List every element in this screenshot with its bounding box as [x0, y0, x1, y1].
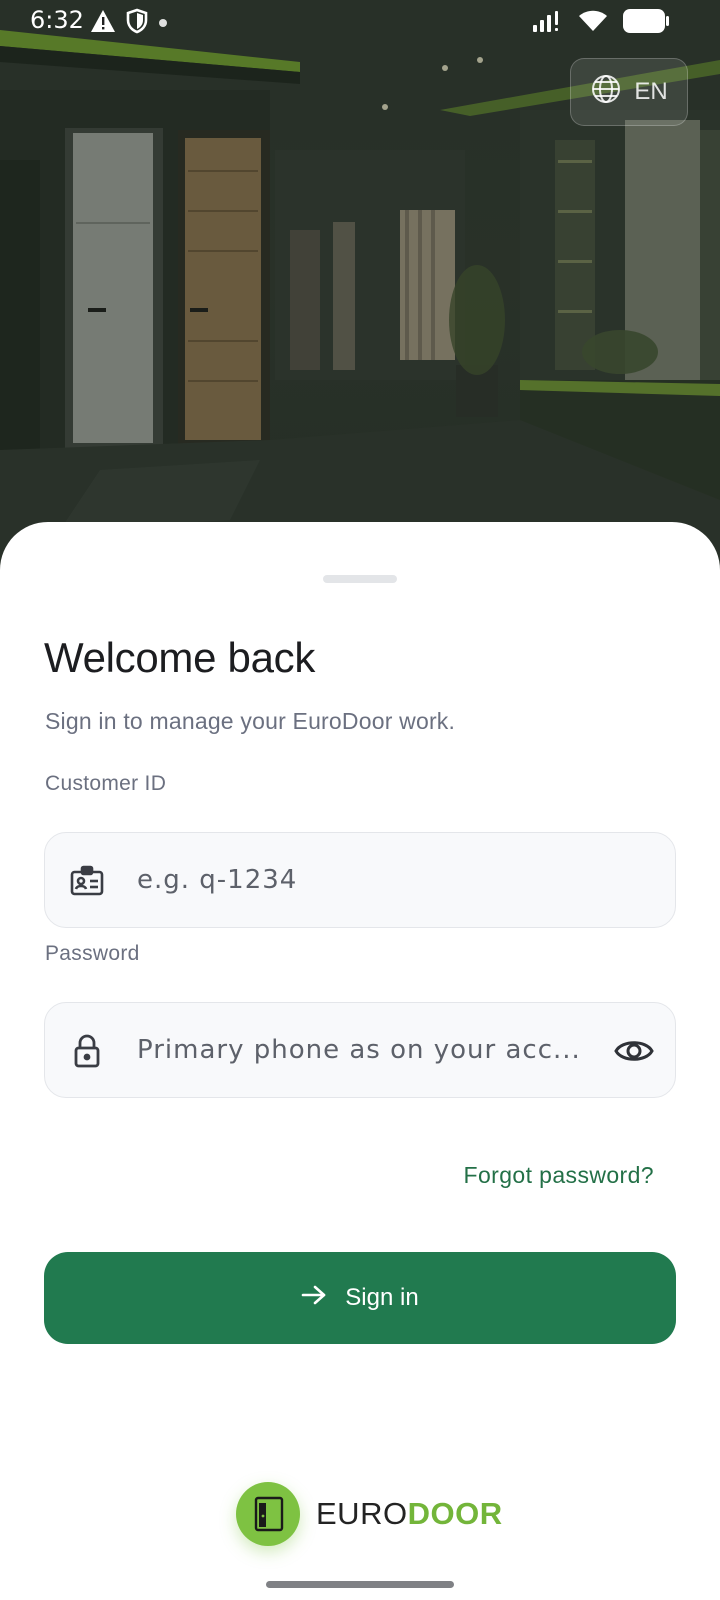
language-selector[interactable]: EN [570, 58, 688, 126]
dot-icon [158, 15, 168, 33]
password-label: Password [45, 942, 140, 965]
sign-in-button[interactable]: Sign in [44, 1252, 676, 1344]
login-screen: 6:32 EN Welcome back Sign in to manage y… [0, 0, 720, 1600]
customer-id-input[interactable] [137, 833, 577, 927]
brand-logo-group: EURODOOR [236, 1482, 503, 1546]
brand-name: EURODOOR [316, 1496, 503, 1532]
warning-icon [90, 9, 116, 38]
brand-name-part2: DOOR [407, 1496, 503, 1531]
customer-id-label: Customer ID [45, 772, 167, 795]
page-subtitle: Sign in to manage your EuroDoor work. [45, 708, 456, 734]
language-code: EN [634, 78, 668, 105]
customer-id-field[interactable] [44, 832, 676, 928]
signal-icon [532, 9, 564, 38]
door-logo-icon [236, 1482, 300, 1546]
password-field[interactable] [44, 1002, 676, 1098]
status-time: 6:32 [30, 6, 84, 34]
status-bar: 6:32 [0, 0, 720, 42]
shield-icon [126, 8, 148, 39]
page-title: Welcome back [44, 634, 316, 681]
home-indicator[interactable] [266, 1581, 454, 1588]
login-sheet: Welcome back Sign in to manage your Euro… [0, 522, 720, 1600]
globe-icon [590, 73, 622, 112]
id-card-icon [69, 863, 105, 899]
arrow-right-icon [301, 1284, 327, 1313]
battery-icon [622, 8, 670, 39]
forgot-password-link[interactable]: Forgot password? [464, 1162, 655, 1189]
brand-name-part1: EURO [316, 1496, 408, 1531]
sign-in-label: Sign in [345, 1284, 419, 1311]
drag-handle[interactable] [323, 575, 397, 583]
wifi-icon [578, 9, 608, 38]
lock-icon [69, 1033, 105, 1069]
password-input[interactable] [137, 1003, 577, 1097]
eye-icon[interactable] [613, 1031, 655, 1071]
